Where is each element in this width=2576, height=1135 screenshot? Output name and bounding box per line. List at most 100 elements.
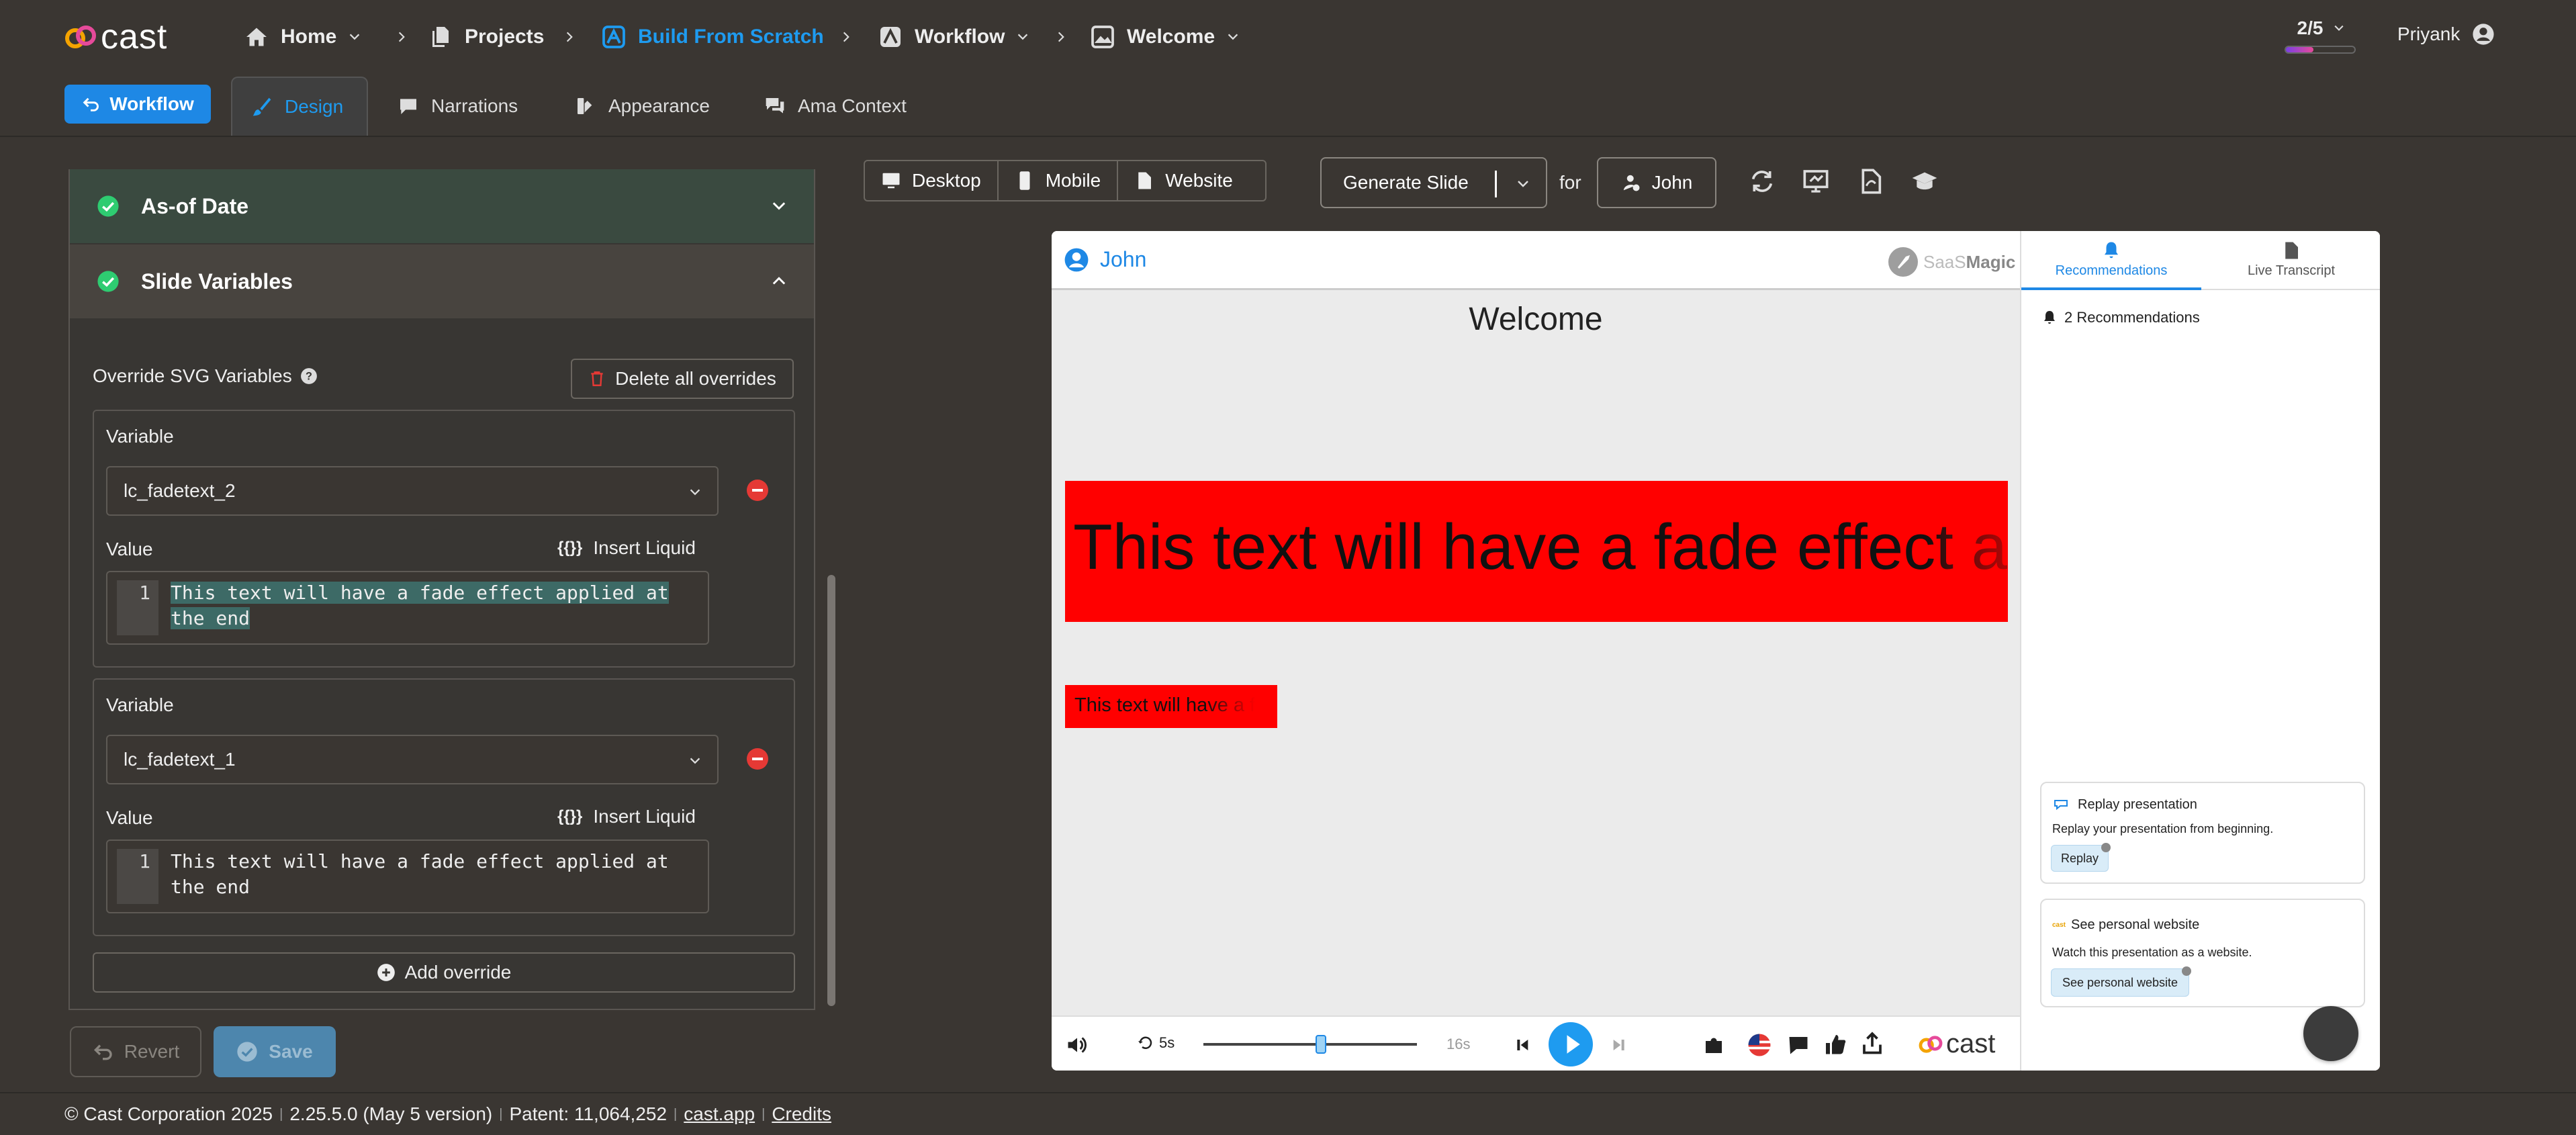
- remove-override-button[interactable]: [747, 748, 768, 770]
- refresh-icon[interactable]: [1749, 168, 1776, 195]
- liquid-icon: {{}}: [557, 807, 583, 825]
- device-mobile-button[interactable]: Mobile: [999, 161, 1119, 200]
- user-circle-icon: [1064, 248, 1089, 271]
- chat-fab-button[interactable]: [2303, 1006, 2358, 1061]
- count-text: 2 Recommendations: [2064, 309, 2200, 326]
- thumbs-up-icon[interactable]: [1824, 1033, 1848, 1057]
- timeline-handle[interactable]: [1315, 1035, 1326, 1054]
- build-icon: [602, 26, 625, 48]
- chevron-down-icon: [1518, 181, 1528, 187]
- previous-slide-icon[interactable]: [1514, 1034, 1535, 1056]
- cast-logo-icon: [1919, 1035, 1943, 1053]
- delete-all-overrides-button[interactable]: Delete all overrides: [571, 359, 794, 399]
- replay-button[interactable]: Replay: [2051, 843, 2111, 872]
- progress-indicator[interactable]: 2/5: [2285, 17, 2358, 58]
- pdf-icon[interactable]: [1857, 168, 1884, 195]
- chevron-down-icon: [1228, 34, 1238, 40]
- tab-live-transcript[interactable]: Live Transcript: [2201, 231, 2380, 290]
- viewer-header: John SaaSMagic: [1052, 231, 2020, 290]
- insert-liquid-button[interactable]: {{}} Insert Liquid: [557, 537, 696, 559]
- device-website-button[interactable]: Website: [1118, 161, 1249, 200]
- breadcrumb-home[interactable]: Home: [244, 21, 362, 52]
- version-text: 2.25.5.0 (May 5 version): [289, 1103, 493, 1124]
- play-icon: [1567, 1035, 1580, 1054]
- next-slide-icon[interactable]: [1606, 1034, 1628, 1056]
- puzzle-icon[interactable]: [1702, 1033, 1726, 1057]
- play-button[interactable]: [1549, 1022, 1593, 1066]
- skip-label: 5s: [1159, 1034, 1175, 1051]
- device-desktop-button[interactable]: Desktop: [865, 161, 999, 200]
- breadcrumb-build-from-scratch[interactable]: Build From Scratch: [602, 21, 824, 52]
- breadcrumb-label: Projects: [465, 26, 545, 48]
- replay-icon: [2054, 800, 2068, 811]
- desktop-icon: [882, 173, 900, 189]
- workflow-icon: [880, 27, 901, 47]
- slide-settings-panel: As-of Date Slide Variables Override SVG …: [68, 169, 815, 1010]
- timeline-track[interactable]: [1203, 1035, 1417, 1054]
- workflow-button-label: Workflow: [109, 93, 194, 114]
- liquid-icon: {{}}: [557, 539, 583, 557]
- presentation-icon[interactable]: [1802, 168, 1829, 195]
- us-flag-icon[interactable]: [1747, 1033, 1772, 1057]
- value-label: Value: [106, 807, 153, 828]
- credits-link[interactable]: Credits: [772, 1103, 831, 1125]
- breadcrumb-projects[interactable]: Projects: [428, 21, 544, 52]
- delete-all-label: Delete all overrides: [615, 368, 776, 389]
- tabs-row: Workflow Design Narrations Appearance Am…: [0, 74, 2576, 136]
- chat-bubble-icon[interactable]: [1786, 1033, 1810, 1057]
- code-line: the end: [171, 876, 250, 898]
- cast-logo-icon: [65, 26, 96, 48]
- cast-logo[interactable]: cast: [64, 16, 167, 58]
- save-button[interactable]: Save: [214, 1026, 336, 1077]
- graduation-cap-icon[interactable]: [1911, 168, 1938, 195]
- skip-back-button[interactable]: 5s: [1138, 1034, 1175, 1052]
- insert-liquid-label: Insert Liquid: [593, 806, 696, 827]
- tab-appearance[interactable]: Appearance: [575, 77, 710, 136]
- share-icon[interactable]: [1860, 1032, 1884, 1056]
- chevron-down-icon: [350, 34, 360, 40]
- person-select-button[interactable]: John: [1597, 157, 1716, 208]
- variable-select[interactable]: lc_fadetext_2: [106, 466, 719, 516]
- chevron-right-icon: [566, 32, 573, 42]
- card-title: See personal website: [2071, 917, 2200, 932]
- revert-button[interactable]: Revert: [70, 1026, 201, 1077]
- breadcrumb-welcome[interactable]: Welcome: [1091, 21, 1240, 52]
- tab-narrations[interactable]: Narrations: [398, 77, 518, 136]
- scrollbar-thumb[interactable]: [827, 575, 835, 1006]
- help-icon[interactable]: ?: [300, 367, 318, 385]
- chevron-down-icon: [1018, 34, 1028, 40]
- workflow-back-button[interactable]: Workflow: [64, 85, 211, 124]
- site-link[interactable]: cast.app: [684, 1103, 755, 1125]
- panel-scrollbar[interactable]: [825, 169, 838, 1010]
- tab-label: Design: [285, 96, 344, 117]
- add-override-button[interactable]: Add override: [93, 952, 795, 993]
- tab-recommendations[interactable]: Recommendations: [2021, 231, 2201, 290]
- variable-select[interactable]: lc_fadetext_1: [106, 735, 719, 784]
- remove-override-button[interactable]: [747, 480, 768, 501]
- small-fade-text: This text will have a f: [1074, 694, 1256, 716]
- breadcrumb-label: Workflow: [915, 26, 1005, 48]
- footer-separator: |: [674, 1106, 678, 1122]
- button-label: Replay: [2060, 851, 2099, 865]
- accordion-slide-variables[interactable]: Slide Variables: [70, 244, 814, 318]
- tab-label: Recommendations: [2055, 263, 2168, 278]
- see-personal-website-button[interactable]: See personal website: [2051, 966, 2191, 997]
- value-code-editor[interactable]: 1 This text will have a fade effect appl…: [106, 571, 709, 645]
- volume-icon[interactable]: [1065, 1033, 1089, 1057]
- generate-slide-dropdown[interactable]: Generate Slide: [1320, 157, 1547, 208]
- value-code-editor[interactable]: 1 This text will have a fade effect appl…: [106, 839, 709, 913]
- tab-ama-context[interactable]: Ama Context: [764, 77, 907, 136]
- progress-label: 2/5: [2297, 17, 2324, 38]
- top-bar: cast Home Projects Build From Scratch Wo…: [0, 0, 2576, 74]
- revert-label: Revert: [124, 1041, 180, 1062]
- breadcrumb-label: Welcome: [1127, 26, 1215, 48]
- user-menu[interactable]: Priyank: [2397, 23, 2495, 46]
- slide-title: Welcome: [1469, 302, 1603, 337]
- insert-liquid-button[interactable]: {{}} Insert Liquid: [557, 806, 696, 827]
- brand-text: SaaSMagic: [1923, 252, 2015, 273]
- tab-label: Ama Context: [798, 95, 907, 116]
- tab-design[interactable]: Design: [231, 77, 368, 136]
- breadcrumb-workflow[interactable]: Workflow: [878, 21, 1030, 52]
- accordion-as-of-date[interactable]: As-of Date: [70, 169, 814, 243]
- cast-logo-text: cast: [1946, 1029, 1996, 1058]
